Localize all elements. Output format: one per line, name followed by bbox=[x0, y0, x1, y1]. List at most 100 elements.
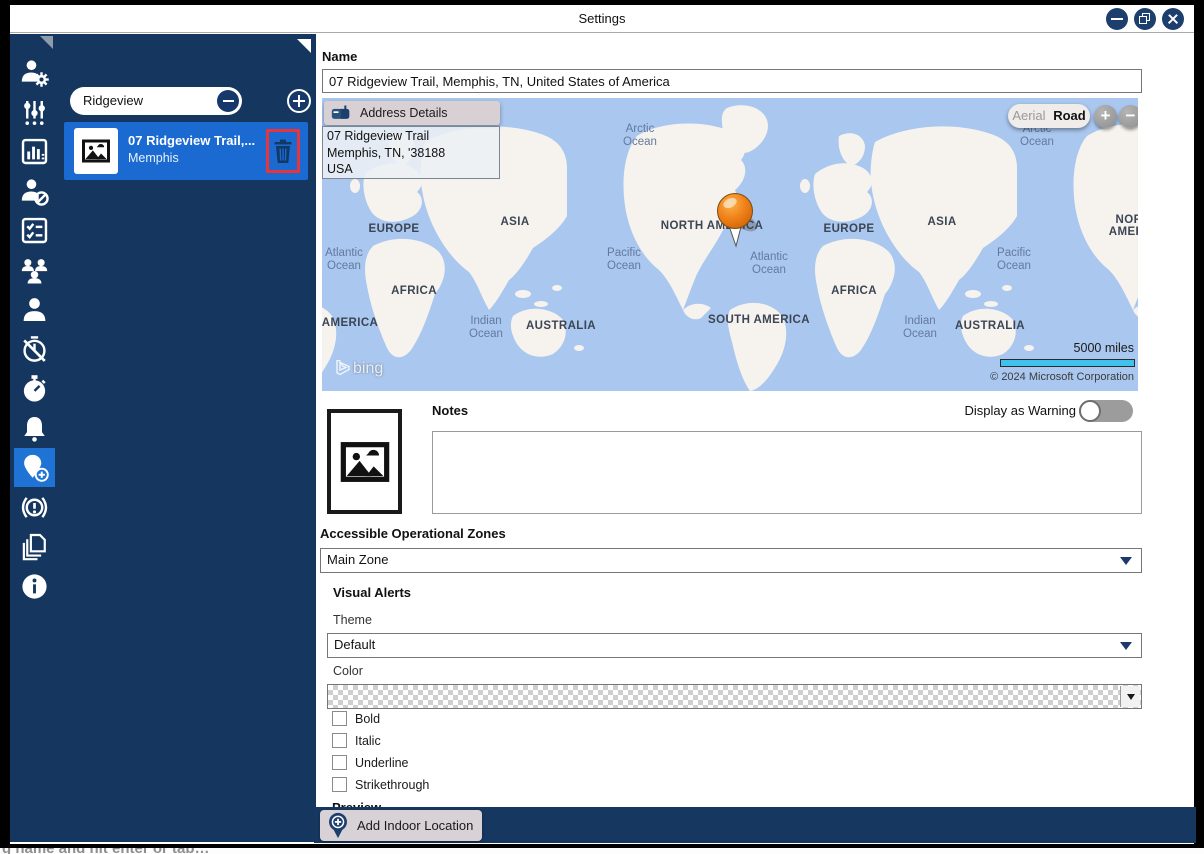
checkbox-box[interactable] bbox=[332, 711, 347, 726]
address-details-label: Address Details bbox=[360, 106, 448, 120]
checkbox-box[interactable] bbox=[332, 755, 347, 770]
theme-dropdown[interactable]: Default bbox=[327, 633, 1142, 658]
location-add-icon bbox=[24, 454, 49, 482]
map-copyright: © 2024 Microsoft Corporation bbox=[990, 371, 1134, 383]
checkbox-italic[interactable]: Italic bbox=[332, 733, 381, 748]
sidebar-icon-stopwatch[interactable] bbox=[14, 369, 55, 408]
location-search bbox=[70, 87, 242, 115]
sidebar-icon-alert[interactable] bbox=[14, 488, 55, 527]
chevron-down-icon bbox=[1126, 693, 1135, 700]
search-clear-button[interactable] bbox=[217, 90, 239, 112]
sidebar-icon-user-settings[interactable] bbox=[14, 53, 55, 92]
address-details-button[interactable]: Address Details bbox=[324, 101, 500, 125]
bing-icon bbox=[336, 359, 350, 376]
minimize-icon bbox=[1111, 18, 1123, 21]
rail-resize-handle-icon[interactable] bbox=[40, 36, 53, 49]
user-blocked-icon bbox=[21, 178, 49, 206]
theme-label: Theme bbox=[333, 613, 372, 627]
sidebar-icon-bell[interactable] bbox=[14, 409, 55, 448]
user-icon bbox=[23, 298, 46, 321]
sliders-icon bbox=[24, 100, 45, 125]
background-app-strip: g name and hit enter or tab… bbox=[0, 848, 1204, 854]
sidebar-icon-location-add[interactable] bbox=[14, 448, 55, 487]
address-box: 07 Ridgeview Trail Memphis, TN, '38188 USA bbox=[322, 126, 500, 179]
map-canvas[interactable]: Arctic Ocean Arctic Ocean EUROPE ASIA NORTH … bbox=[322, 98, 1138, 391]
sidebar-icon-info[interactable] bbox=[14, 567, 55, 606]
address-line: 07 Ridgeview Trail bbox=[327, 129, 430, 143]
sidebar-icon-bar-chart[interactable] bbox=[14, 132, 55, 171]
sidebar-icon-timer[interactable] bbox=[14, 330, 55, 369]
map-scale-bar bbox=[1000, 359, 1135, 367]
sidebar-region: 07 Ridgeview Trail,... Memphis bbox=[10, 34, 316, 842]
close-button[interactable] bbox=[1162, 8, 1184, 30]
sidebar-icon-documents[interactable] bbox=[14, 527, 55, 566]
stopwatch-icon bbox=[23, 375, 46, 402]
panel-resize-handle-icon[interactable] bbox=[297, 39, 311, 53]
map-scale-text: 5000 miles bbox=[1073, 341, 1134, 355]
checkbox-box[interactable] bbox=[332, 777, 347, 792]
checkbox-underline[interactable]: Underline bbox=[332, 755, 409, 770]
notes-textarea[interactable] bbox=[432, 431, 1142, 514]
background-app-text: g name and hit enter or tab… bbox=[2, 848, 210, 854]
checkbox-box[interactable] bbox=[332, 733, 347, 748]
zones-label: Accessible Operational Zones bbox=[320, 526, 506, 541]
title-bar: Settings bbox=[10, 5, 1194, 33]
bing-label: bing bbox=[353, 360, 384, 377]
map-zoom-out-button[interactable]: − bbox=[1119, 105, 1138, 128]
name-input[interactable] bbox=[322, 69, 1142, 93]
notes-label: Notes bbox=[432, 403, 469, 418]
location-subtitle: Memphis bbox=[128, 151, 179, 165]
delete-location-button[interactable] bbox=[266, 129, 300, 173]
sidebar-icon-sliders[interactable] bbox=[14, 93, 55, 132]
documents-icon bbox=[22, 533, 46, 561]
address-line: USA bbox=[327, 162, 353, 176]
sidebar-icon-user-blocked[interactable] bbox=[14, 172, 55, 211]
map-pin-icon bbox=[717, 193, 758, 248]
trash-icon bbox=[274, 139, 292, 163]
location-image-placeholder[interactable] bbox=[327, 409, 402, 514]
minimize-button[interactable] bbox=[1106, 8, 1128, 30]
team-icon bbox=[21, 258, 48, 284]
checkbox-strikethrough[interactable]: Strikethrough bbox=[332, 777, 429, 792]
add-indoor-location-label: Add Indoor Location bbox=[357, 818, 474, 833]
map-view-toggle[interactable]: Aerial Road bbox=[1008, 104, 1090, 128]
bar-chart-icon bbox=[21, 138, 48, 165]
aerial-option[interactable]: Aerial bbox=[1012, 108, 1045, 123]
restore-button[interactable] bbox=[1134, 8, 1156, 30]
mailbox-icon bbox=[331, 105, 350, 119]
zones-value: Main Zone bbox=[327, 552, 389, 567]
add-location-button[interactable] bbox=[287, 89, 311, 113]
chevron-down-icon bbox=[1120, 557, 1132, 565]
color-dropdown-button[interactable] bbox=[1120, 686, 1140, 707]
checkbox-label: Bold bbox=[355, 711, 381, 726]
checklist-icon bbox=[21, 217, 48, 244]
name-label: Name bbox=[322, 49, 358, 64]
checkbox-label: Underline bbox=[355, 755, 409, 770]
visual-alerts-heading: Visual Alerts bbox=[333, 585, 412, 600]
location-list-item[interactable]: 07 Ridgeview Trail,... Memphis bbox=[64, 122, 308, 180]
theme-value: Default bbox=[334, 637, 376, 652]
window-title: Settings bbox=[578, 11, 626, 26]
add-indoor-location-button[interactable]: Add Indoor Location bbox=[320, 810, 482, 841]
zones-dropdown[interactable]: Main Zone bbox=[320, 548, 1142, 573]
location-title: 07 Ridgeview Trail,... bbox=[128, 133, 256, 148]
sidebar-icon-team[interactable] bbox=[14, 251, 55, 290]
alert-icon bbox=[21, 496, 48, 518]
checkbox-label: Italic bbox=[355, 733, 381, 748]
bottom-bar: Add Indoor Location bbox=[314, 807, 1196, 843]
road-option[interactable]: Road bbox=[1053, 108, 1086, 123]
map-zoom-in-button[interactable]: + bbox=[1094, 105, 1117, 128]
color-dropdown[interactable] bbox=[327, 684, 1142, 709]
search-input[interactable] bbox=[83, 88, 213, 112]
image-placeholder-icon bbox=[340, 441, 389, 482]
sidebar-icon-user[interactable] bbox=[14, 290, 55, 329]
minus-icon bbox=[222, 99, 234, 102]
preview-label-clipped: Preview bbox=[332, 799, 532, 807]
checkbox-bold[interactable]: Bold bbox=[332, 711, 380, 726]
checkbox-label: Strikethrough bbox=[355, 777, 430, 792]
timer-icon bbox=[23, 335, 46, 362]
bing-logo: bing bbox=[336, 359, 384, 378]
display-as-warning-toggle[interactable] bbox=[1079, 400, 1133, 422]
sidebar-icon-checklist[interactable] bbox=[14, 211, 55, 250]
color-label: Color bbox=[333, 664, 363, 678]
